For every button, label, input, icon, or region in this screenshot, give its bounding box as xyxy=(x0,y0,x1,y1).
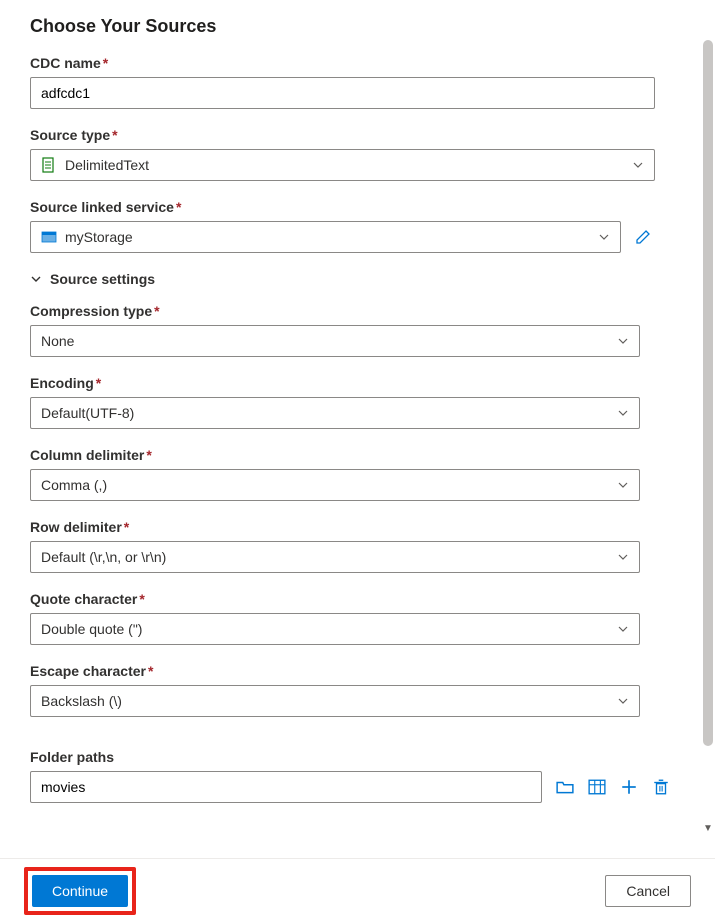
field-column-delimiter: Column delimiter* Comma (,) xyxy=(30,447,685,501)
chevron-down-icon xyxy=(617,551,629,563)
folder-paths-input[interactable] xyxy=(30,771,542,803)
page-title: Choose Your Sources xyxy=(30,16,685,37)
storage-icon xyxy=(41,229,57,245)
column-delimiter-select[interactable]: Comma (,) xyxy=(30,469,640,501)
column-delimiter-value: Comma (,) xyxy=(41,477,617,493)
add-path-button[interactable] xyxy=(620,778,638,796)
compression-type-value: None xyxy=(41,333,617,349)
scrollbar-thumb[interactable] xyxy=(703,40,713,746)
field-folder-paths: Folder paths xyxy=(30,749,685,803)
field-source-type: Source type* DelimitedText xyxy=(30,127,685,181)
row-delimiter-value: Default (\r,\n, or \r\n) xyxy=(41,549,617,565)
preview-data-button[interactable] xyxy=(588,778,606,796)
cancel-button[interactable]: Cancel xyxy=(605,875,691,907)
cdc-name-input[interactable] xyxy=(30,77,655,109)
label-text: Source type xyxy=(30,127,110,143)
field-encoding: Encoding* Default(UTF-8) xyxy=(30,375,685,429)
label-text: Row delimiter xyxy=(30,519,122,535)
quote-character-label: Quote character* xyxy=(30,591,685,607)
folder-paths-label: Folder paths xyxy=(30,749,685,765)
source-linked-service-value: myStorage xyxy=(65,229,598,245)
continue-button[interactable]: Continue xyxy=(32,875,128,907)
source-linked-service-select[interactable]: myStorage xyxy=(30,221,621,253)
chevron-down-icon xyxy=(30,273,42,285)
chevron-down-icon xyxy=(617,695,629,707)
required-asterisk: * xyxy=(146,447,151,463)
escape-character-select[interactable]: Backslash (\) xyxy=(30,685,640,717)
source-settings-label: Source settings xyxy=(50,271,155,287)
field-quote-character: Quote character* Double quote (") xyxy=(30,591,685,645)
compression-type-select[interactable]: None xyxy=(30,325,640,357)
required-asterisk: * xyxy=(124,519,129,535)
row-delimiter-label: Row delimiter* xyxy=(30,519,685,535)
row-delimiter-select[interactable]: Default (\r,\n, or \r\n) xyxy=(30,541,640,573)
label-text: Source linked service xyxy=(30,199,174,215)
continue-highlight: Continue xyxy=(24,867,136,915)
delimitedtext-icon xyxy=(41,157,57,173)
chevron-down-icon xyxy=(617,407,629,419)
field-escape-character: Escape character* Backslash (\) xyxy=(30,663,685,717)
label-text: Compression type xyxy=(30,303,152,319)
browse-folder-button[interactable] xyxy=(556,778,574,796)
label-text: Column delimiter xyxy=(30,447,144,463)
source-type-label: Source type* xyxy=(30,127,685,143)
encoding-value: Default(UTF-8) xyxy=(41,405,617,421)
column-delimiter-label: Column delimiter* xyxy=(30,447,685,463)
label-text: CDC name xyxy=(30,55,101,71)
delete-path-button[interactable] xyxy=(652,778,670,796)
required-asterisk: * xyxy=(112,127,117,143)
escape-character-label: Escape character* xyxy=(30,663,685,679)
source-type-select[interactable]: DelimitedText xyxy=(30,149,655,181)
encoding-select[interactable]: Default(UTF-8) xyxy=(30,397,640,429)
chevron-down-icon xyxy=(632,159,644,171)
required-asterisk: * xyxy=(139,591,144,607)
field-compression-type: Compression type* None xyxy=(30,303,685,357)
scrollbar-track[interactable] xyxy=(703,40,713,842)
chevron-down-icon xyxy=(617,623,629,635)
required-asterisk: * xyxy=(154,303,159,319)
label-text: Encoding xyxy=(30,375,94,391)
scroll-down-arrow[interactable]: ▼ xyxy=(702,823,714,834)
footer: Continue Cancel xyxy=(0,858,715,922)
field-row-delimiter: Row delimiter* Default (\r,\n, or \r\n) xyxy=(30,519,685,573)
quote-character-select[interactable]: Double quote (") xyxy=(30,613,640,645)
required-asterisk: * xyxy=(176,199,181,215)
label-text: Quote character xyxy=(30,591,137,607)
compression-type-label: Compression type* xyxy=(30,303,685,319)
cdc-name-label: CDC name* xyxy=(30,55,685,71)
source-settings-toggle[interactable]: Source settings xyxy=(30,271,685,287)
label-text: Escape character xyxy=(30,663,146,679)
field-cdc-name: CDC name* xyxy=(30,55,685,109)
required-asterisk: * xyxy=(96,375,101,391)
source-type-value: DelimitedText xyxy=(65,157,632,173)
edit-linked-service-button[interactable] xyxy=(631,225,655,249)
chevron-down-icon xyxy=(598,231,610,243)
required-asterisk: * xyxy=(148,663,153,679)
escape-character-value: Backslash (\) xyxy=(41,693,617,709)
source-linked-service-label: Source linked service* xyxy=(30,199,685,215)
encoding-label: Encoding* xyxy=(30,375,685,391)
chevron-down-icon xyxy=(617,479,629,491)
form-scroll-area[interactable]: Choose Your Sources CDC name* Source typ… xyxy=(0,0,715,858)
chevron-down-icon xyxy=(617,335,629,347)
required-asterisk: * xyxy=(103,55,108,71)
quote-character-value: Double quote (") xyxy=(41,621,617,637)
field-source-linked-service: Source linked service* myStorage xyxy=(30,199,685,253)
